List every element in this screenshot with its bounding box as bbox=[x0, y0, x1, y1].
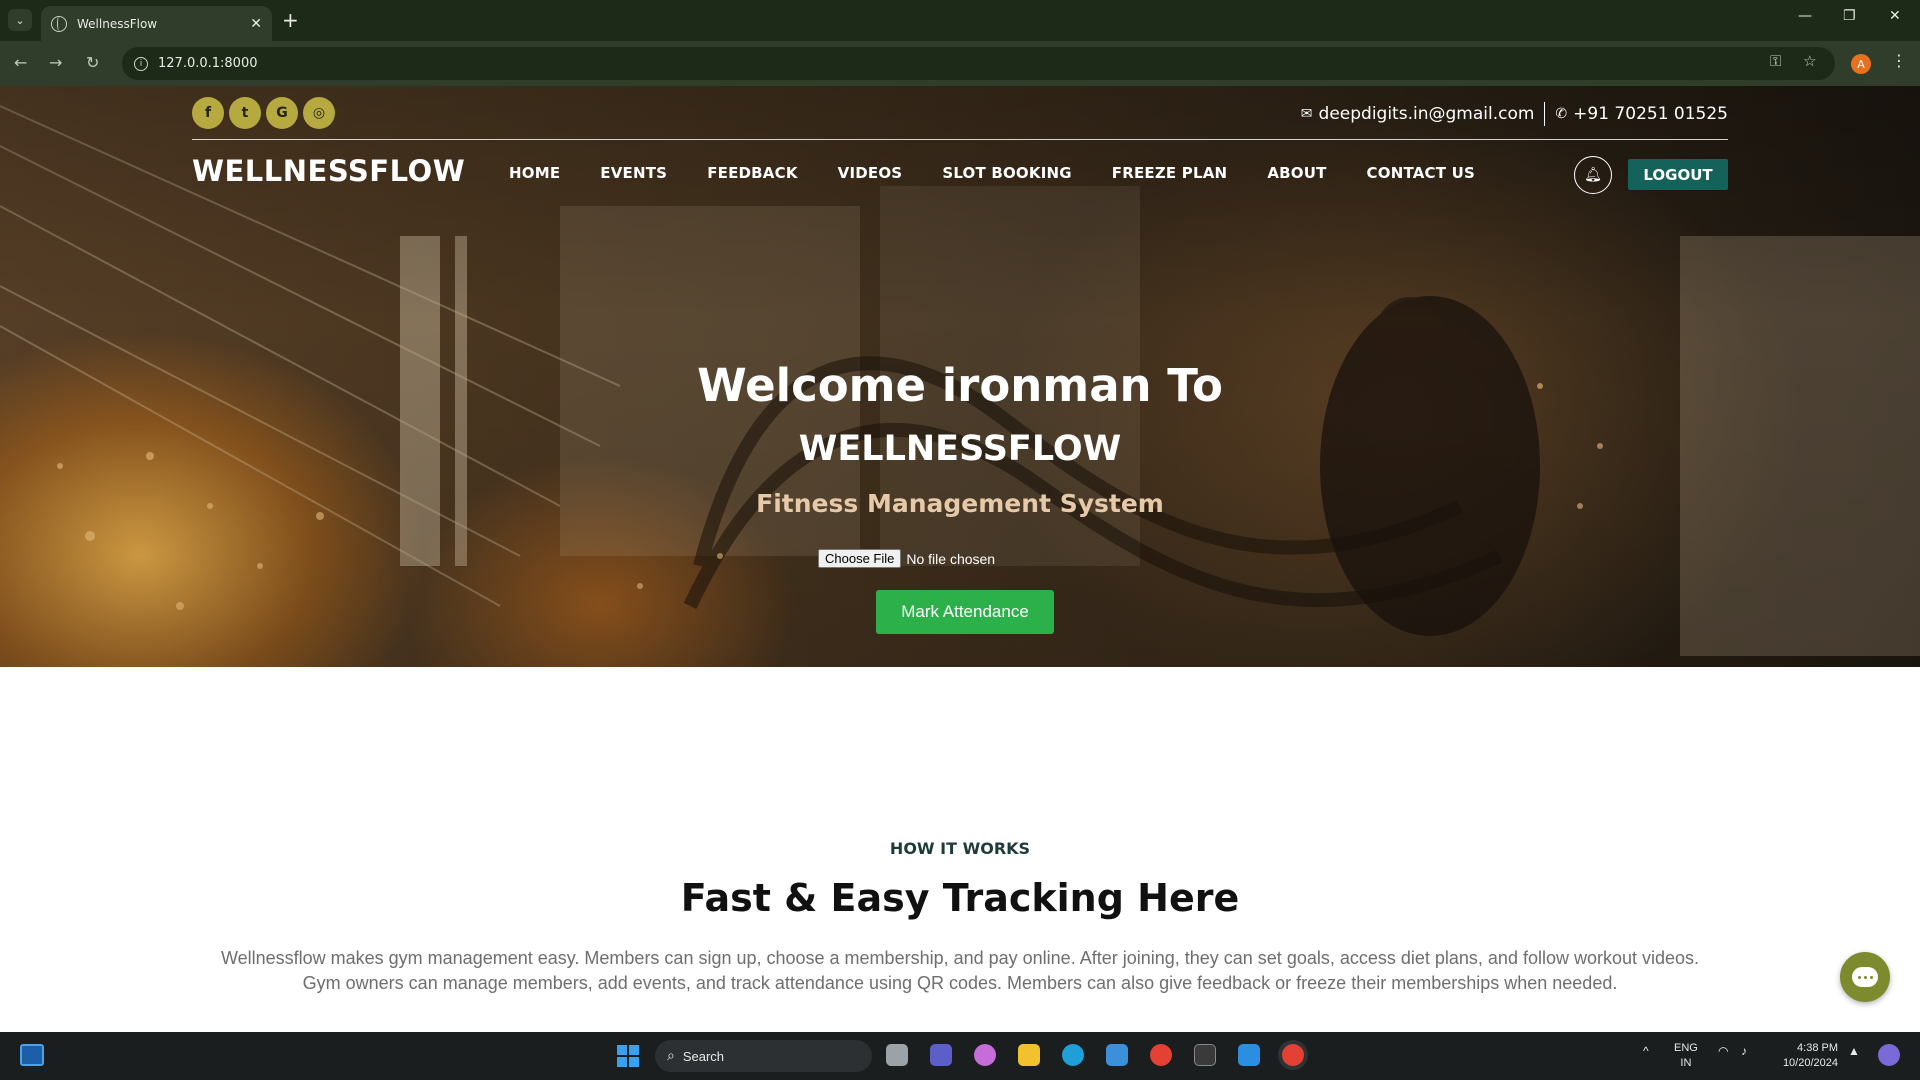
phone-icon: ✆ bbox=[1555, 106, 1568, 122]
notifications-icon[interactable]: ▲ bbox=[1848, 1044, 1860, 1058]
browser-toolbar: ← → ↻ i 127.0.0.1:8000 ⚿ ☆ bbox=[0, 41, 1920, 86]
hero-welcome: Welcome ironman To bbox=[697, 359, 1223, 412]
nav-events[interactable]: EVENTS bbox=[600, 164, 667, 182]
file-explorer-icon[interactable] bbox=[1018, 1044, 1040, 1066]
vscode-icon[interactable] bbox=[1238, 1044, 1260, 1066]
description-line-1: Wellnessflow makes gym management easy. … bbox=[220, 948, 1700, 968]
site-logo[interactable]: WELLNESSFLOW bbox=[192, 154, 465, 188]
chrome-active-icon[interactable] bbox=[1282, 1044, 1304, 1066]
notification-bell-icon[interactable]: 🔔︎ bbox=[1574, 156, 1612, 194]
close-tab-icon[interactable]: ✕ bbox=[250, 16, 262, 32]
window-close-icon[interactable]: ✕ bbox=[1889, 8, 1901, 24]
twitter-icon[interactable]: t bbox=[229, 97, 261, 129]
chat-widget-button[interactable] bbox=[1840, 952, 1890, 1002]
logout-button[interactable]: LOGOUT bbox=[1628, 159, 1728, 190]
new-tab-icon[interactable]: + bbox=[282, 8, 299, 32]
password-key-icon[interactable]: ⚿ bbox=[1770, 52, 1781, 70]
system-clock[interactable]: 4:38 PM 10/20/2024 bbox=[1772, 1041, 1838, 1071]
task-view-icon[interactable] bbox=[886, 1044, 908, 1066]
nav-about[interactable]: ABOUT bbox=[1267, 164, 1326, 182]
volume-icon[interactable]: ♪ bbox=[1741, 1044, 1747, 1058]
contact-email[interactable]: deepdigits.in@gmail.com bbox=[1319, 104, 1535, 124]
profile-avatar[interactable]: A bbox=[1851, 54, 1871, 74]
terminal-icon[interactable] bbox=[1194, 1044, 1216, 1066]
hero-section: f t G ◎ ✉ deepdigits.in@gmail.com ✆ +91 … bbox=[0, 86, 1920, 667]
contact-info: ✉ deepdigits.in@gmail.com ✆ +91 70251 01… bbox=[1301, 102, 1728, 126]
search-icon: ⌕ bbox=[667, 1048, 675, 1064]
browser-tabbar: ⌄ WellnessFlow ✕ + — ❐ ✕ bbox=[0, 0, 1920, 41]
bookmark-star-icon[interactable]: ☆ bbox=[1803, 52, 1816, 70]
contact-phone[interactable]: +91 70251 01525 bbox=[1573, 104, 1728, 124]
section-description: Wellnessflow makes gym management easy. … bbox=[200, 946, 1720, 996]
nav-freeze-plan[interactable]: FREEZE PLAN bbox=[1112, 164, 1228, 182]
language-indicator[interactable]: ENG IN bbox=[1674, 1041, 1698, 1071]
facebook-icon[interactable]: f bbox=[192, 97, 224, 129]
os-taskbar: ⌕ Search ^ ENG IN ◠ ♪ 4:38 PM 10/20/2024… bbox=[0, 1032, 1920, 1080]
clock-time: 4:38 PM bbox=[1797, 1042, 1838, 1054]
mail-icon: ✉ bbox=[1300, 106, 1313, 122]
site-info-icon[interactable]: i bbox=[134, 56, 148, 71]
teams-icon[interactable] bbox=[930, 1044, 952, 1066]
windows-start-icon[interactable] bbox=[617, 1045, 639, 1067]
back-icon[interactable]: ← bbox=[14, 53, 27, 72]
tab-search-chevron-icon[interactable]: ⌄ bbox=[8, 9, 32, 31]
store-icon[interactable] bbox=[1106, 1044, 1128, 1066]
section-eyebrow: HOW IT WORKS bbox=[889, 839, 1031, 858]
widgets-icon[interactable] bbox=[20, 1044, 44, 1066]
nav-videos[interactable]: VIDEOS bbox=[838, 164, 903, 182]
choose-file-button[interactable]: Choose File bbox=[818, 549, 902, 568]
wifi-icon[interactable]: ◠ bbox=[1718, 1044, 1728, 1058]
forward-icon[interactable]: → bbox=[49, 53, 62, 72]
description-line-2: Gym owners can manage members, add event… bbox=[302, 973, 1618, 993]
region-code: IN bbox=[1680, 1057, 1692, 1069]
social-links: f t G ◎ bbox=[192, 97, 335, 129]
copilot-tray-icon[interactable] bbox=[1878, 1044, 1900, 1066]
file-status: No file chosen bbox=[906, 550, 996, 567]
browser-tab[interactable]: WellnessFlow ✕ bbox=[41, 6, 272, 41]
hero-subtitle: Fitness Management System bbox=[756, 489, 1164, 518]
clock-date: 10/20/2024 bbox=[1782, 1057, 1838, 1069]
tab-title: WellnessFlow bbox=[77, 16, 158, 31]
restore-icon[interactable]: ❐ bbox=[1843, 8, 1856, 24]
attendance-file-input: Choose File No file chosen bbox=[818, 549, 995, 568]
instagram-icon[interactable]: ◎ bbox=[303, 97, 335, 129]
copilot-icon[interactable] bbox=[974, 1044, 996, 1066]
url-text: 127.0.0.1:8000 bbox=[158, 56, 258, 71]
main-navigation: HOME EVENTS FEEDBACK VIDEOS SLOT BOOKING… bbox=[509, 164, 1475, 182]
nav-contact-us[interactable]: CONTACT US bbox=[1367, 164, 1475, 182]
nav-slot-booking[interactable]: SLOT BOOKING bbox=[942, 164, 1071, 182]
browser-menu-icon[interactable]: ⋮ bbox=[1891, 51, 1907, 70]
minimize-icon[interactable]: — bbox=[1798, 8, 1812, 24]
contact-divider bbox=[1544, 102, 1546, 126]
nav-home[interactable]: HOME bbox=[509, 164, 560, 182]
section-title: Fast & Easy Tracking Here bbox=[680, 876, 1240, 920]
mark-attendance-button[interactable]: Mark Attendance bbox=[876, 590, 1054, 634]
address-bar[interactable]: i 127.0.0.1:8000 bbox=[122, 47, 1835, 80]
reload-icon[interactable]: ↻ bbox=[86, 53, 99, 72]
edge-icon[interactable] bbox=[1062, 1044, 1084, 1066]
hero-brand: WELLNESSFLOW bbox=[798, 429, 1122, 469]
taskbar-search[interactable]: ⌕ Search bbox=[655, 1040, 872, 1072]
globe-icon bbox=[51, 15, 67, 32]
nav-feedback[interactable]: FEEDBACK bbox=[707, 164, 797, 182]
language-code: ENG bbox=[1674, 1042, 1698, 1054]
tray-overflow-icon[interactable]: ^ bbox=[1643, 1044, 1649, 1058]
header-divider bbox=[192, 139, 1728, 140]
taskbar-search-label: Search bbox=[682, 1048, 725, 1064]
chat-icon bbox=[1852, 967, 1878, 987]
google-icon[interactable]: G bbox=[266, 97, 298, 129]
chrome-icon[interactable] bbox=[1150, 1044, 1172, 1066]
